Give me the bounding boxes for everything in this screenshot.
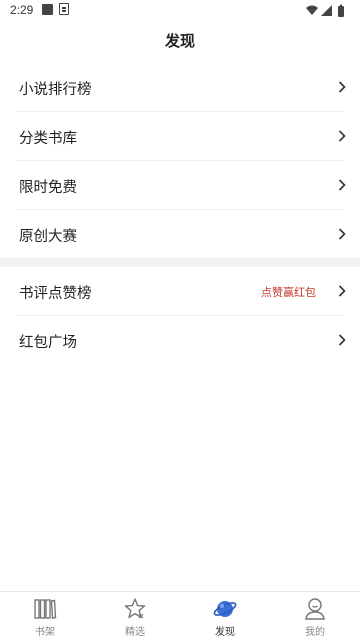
nav-label: 发现 — [215, 627, 235, 638]
discover-screen: 2:29 发现 小说排行榜 分类书库 限时免费 原创大赛 书评点赞榜 点赞赢红包… — [0, 0, 360, 640]
cellular-signal-icon — [321, 5, 332, 16]
bottom-nav: 书架 精选 发现 我的 — [0, 591, 360, 640]
chevron-right-icon — [338, 130, 346, 142]
nav-tab-discover[interactable]: 发现 — [180, 592, 270, 640]
status-icons — [304, 3, 352, 17]
star-icon — [124, 598, 146, 619]
menu-item-label: 书评点赞榜 — [19, 286, 92, 302]
status-time: 2:29 — [10, 3, 34, 17]
person-icon — [305, 598, 325, 620]
wifi-icon — [306, 5, 318, 15]
chevron-right-icon — [338, 81, 346, 93]
signal-battery-icons — [306, 4, 344, 17]
chevron-right-icon — [338, 334, 346, 346]
notification-document-icon — [59, 3, 69, 15]
nav-label: 书架 — [35, 627, 55, 638]
planet-icon — [213, 601, 237, 617]
red-packet-badge: 点赞赢红包 — [261, 286, 316, 299]
nav-label: 精选 — [125, 627, 145, 638]
notification-square-icon — [42, 4, 53, 15]
nav-label: 我的 — [305, 627, 325, 638]
menu-item-limited-free[interactable]: 限时免费 — [0, 161, 360, 209]
chevron-right-icon — [338, 285, 346, 297]
menu-item-label: 小说排行榜 — [19, 82, 92, 98]
menu-item-original-contest[interactable]: 原创大赛 — [0, 210, 360, 258]
menu-item-label: 分类书库 — [19, 131, 77, 147]
menu-item-red-packet-square[interactable]: 红包广场 — [0, 316, 360, 364]
menu-item-category-library[interactable]: 分类书库 — [0, 112, 360, 160]
menu-item-label: 原创大赛 — [19, 229, 77, 245]
menu-item-label: 限时免费 — [19, 180, 77, 196]
status-bar: 2:29 — [0, 0, 360, 20]
nav-tab-mine[interactable]: 我的 — [270, 592, 360, 640]
page-title: 发现 — [164, 32, 195, 50]
nav-tab-bookshelf[interactable]: 书架 — [0, 592, 90, 640]
menu-item-rankings[interactable]: 小说排行榜 — [0, 63, 360, 111]
chevron-right-icon — [338, 228, 346, 240]
bookshelf-icon — [34, 599, 57, 619]
chevron-right-icon — [338, 179, 346, 191]
section-separator — [0, 258, 360, 267]
nav-tab-featured[interactable]: 精选 — [90, 592, 180, 640]
menu-item-review-likes[interactable]: 书评点赞榜 点赞赢红包 — [0, 267, 360, 315]
battery-icon — [338, 6, 344, 17]
menu-item-label: 红包广场 — [19, 335, 77, 351]
